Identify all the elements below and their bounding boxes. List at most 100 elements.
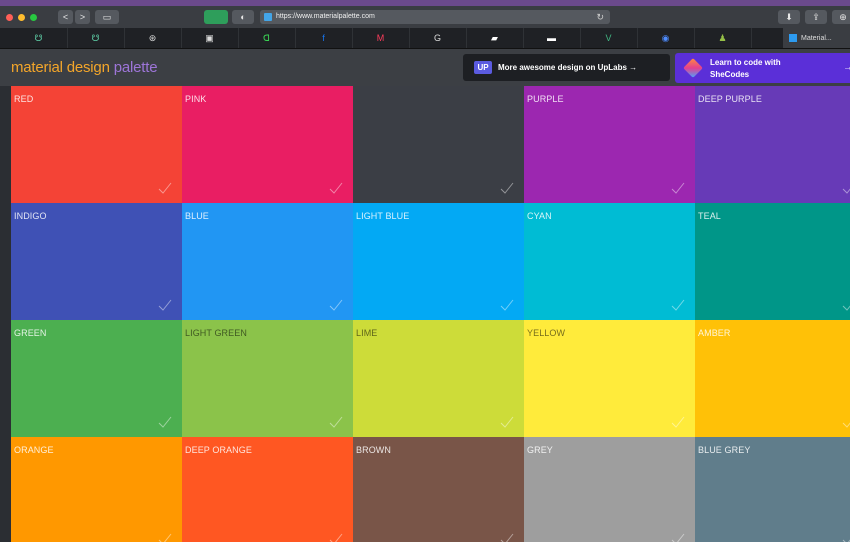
color-name-label: Green bbox=[14, 328, 47, 338]
u-icon: ☋ bbox=[34, 32, 43, 43]
check-icon bbox=[158, 181, 172, 195]
extension-icon[interactable] bbox=[204, 10, 228, 24]
active-tab[interactable]: Material... bbox=[783, 28, 850, 48]
color-name-label: Indigo bbox=[14, 211, 47, 221]
color-swatch-cyan[interactable]: Cyan bbox=[524, 203, 695, 320]
bookmark-dribbble-icon[interactable]: ᗡ bbox=[238, 28, 296, 48]
color-swatch-blue-grey[interactable]: Blue Grey bbox=[695, 437, 850, 542]
address-text[interactable]: https://www.materialpalette.com bbox=[276, 10, 375, 24]
color-swatch-lime[interactable]: Lime bbox=[353, 320, 524, 437]
color-name-label: Cyan bbox=[527, 211, 552, 221]
vue-icon: V bbox=[605, 33, 612, 43]
bookmark-u-icon[interactable]: ☋ bbox=[10, 28, 68, 48]
color-swatch-empty[interactable] bbox=[353, 86, 524, 203]
shopify-icon: ♟ bbox=[718, 32, 727, 43]
check-icon bbox=[158, 532, 172, 542]
back-button[interactable]: < bbox=[58, 10, 73, 24]
tab-favicon-icon bbox=[789, 34, 797, 42]
color-name-label: Lime bbox=[356, 328, 378, 338]
color-swatch-deep-purple[interactable]: Deep Purple bbox=[695, 86, 850, 203]
dribbble-icon: ᗡ bbox=[263, 32, 270, 43]
privacy-shield-icon[interactable]: ◐ bbox=[232, 10, 254, 24]
chrome-icon: ◉ bbox=[661, 32, 670, 43]
color-swatch-yellow[interactable]: Yellow bbox=[524, 320, 695, 437]
bookmark-medium-icon[interactable]: M bbox=[352, 28, 410, 48]
color-swatch-purple[interactable]: Purple bbox=[524, 86, 695, 203]
bookmark-facebook-icon[interactable]: f bbox=[295, 28, 353, 48]
bookmark-google-icon[interactable]: G bbox=[409, 28, 467, 48]
uplabs-logo-icon: UP bbox=[474, 61, 492, 74]
color-name-label: Blue Grey bbox=[698, 445, 751, 455]
u-icon: ☋ bbox=[91, 32, 100, 43]
bookmark-shopify-icon[interactable]: ♟ bbox=[694, 28, 752, 48]
color-swatch-indigo[interactable]: Indigo bbox=[11, 203, 182, 320]
color-swatch-grey[interactable]: Grey bbox=[524, 437, 695, 542]
check-icon bbox=[842, 298, 850, 312]
color-name-label: Light Green bbox=[185, 328, 247, 338]
logo-text-primary: material design bbox=[11, 59, 110, 76]
card-icon: ▬ bbox=[547, 33, 556, 43]
shecodes-banner[interactable]: Learn to code with SheCodes → bbox=[675, 53, 850, 83]
bookmark-u-icon[interactable]: ☋ bbox=[67, 28, 125, 48]
bookmark-bookmark-icon[interactable]: ▰ bbox=[466, 28, 524, 48]
color-swatch-blue[interactable]: Blue bbox=[182, 203, 353, 320]
check-icon bbox=[329, 415, 343, 429]
shecodes-arrow-icon: → bbox=[843, 62, 850, 73]
color-swatch-pink[interactable]: Pink bbox=[182, 86, 353, 203]
address-bar[interactable]: https://www.materialpalette.com ↻ bbox=[260, 10, 610, 24]
color-name-label: Deep Orange bbox=[185, 445, 252, 455]
bookmark-chrome-icon[interactable]: ◉ bbox=[637, 28, 695, 48]
download-icon[interactable]: ⬇ bbox=[778, 10, 800, 24]
color-swatch-light-blue[interactable]: Light Blue bbox=[353, 203, 524, 320]
logo-text-secondary: palette bbox=[109, 59, 158, 76]
share-icon[interactable]: ⇪ bbox=[805, 10, 827, 24]
site-header: material design palette UP More awesome … bbox=[0, 49, 850, 86]
check-icon bbox=[671, 532, 685, 542]
new-tab-icon[interactable]: ⊕ bbox=[832, 10, 850, 24]
reload-icon[interactable]: ↻ bbox=[596, 10, 604, 24]
color-swatch-teal[interactable]: Teal bbox=[695, 203, 850, 320]
forward-button[interactable]: > bbox=[75, 10, 90, 24]
check-icon bbox=[500, 181, 514, 195]
bookmark-card-icon[interactable]: ▬ bbox=[523, 28, 581, 48]
color-swatch-brown[interactable]: Brown bbox=[353, 437, 524, 542]
check-icon bbox=[842, 532, 850, 542]
color-swatch-light-green[interactable]: Light Green bbox=[182, 320, 353, 437]
check-icon bbox=[500, 298, 514, 312]
color-name-label: Pink bbox=[185, 94, 207, 104]
color-name-label: Blue bbox=[185, 211, 209, 221]
check-icon bbox=[158, 298, 172, 312]
minimize-window-button[interactable] bbox=[18, 14, 25, 21]
color-palette-grid: Red Pink Purple Deep Purple Indigo Blue Light … bbox=[11, 86, 850, 542]
close-window-button[interactable] bbox=[6, 14, 13, 21]
color-name-label: Amber bbox=[698, 328, 731, 338]
maximize-window-button[interactable] bbox=[30, 14, 37, 21]
color-swatch-green[interactable]: Green bbox=[11, 320, 182, 437]
color-name-label: Purple bbox=[527, 94, 564, 104]
site-logo[interactable]: material design palette bbox=[11, 59, 158, 76]
bookmark-vue-icon[interactable]: V bbox=[580, 28, 638, 48]
uplabs-banner[interactable]: UP More awesome design on UpLabs → bbox=[463, 54, 670, 81]
check-icon bbox=[842, 415, 850, 429]
color-name-label: Red bbox=[14, 94, 34, 104]
check-icon bbox=[500, 532, 514, 542]
bookmark-wordpress-icon[interactable]: ⊛ bbox=[124, 28, 182, 48]
shecodes-text-line2: SheCodes bbox=[710, 70, 750, 79]
check-icon bbox=[500, 415, 514, 429]
tab-title: Material... bbox=[801, 34, 832, 42]
medium-icon: M bbox=[376, 33, 385, 43]
color-swatch-deep-orange[interactable]: Deep Orange bbox=[182, 437, 353, 542]
color-name-label: Teal bbox=[698, 211, 721, 221]
google-icon: G bbox=[433, 33, 441, 43]
check-icon bbox=[158, 415, 172, 429]
check-icon bbox=[329, 298, 343, 312]
check-icon bbox=[671, 181, 685, 195]
uplabs-banner-text: More awesome design on UpLabs → bbox=[498, 63, 638, 72]
sidebar-toggle-icon[interactable]: ▭ bbox=[95, 10, 119, 24]
bookmark-image-icon[interactable]: ▣ bbox=[181, 28, 239, 48]
color-swatch-orange[interactable]: Orange bbox=[11, 437, 182, 542]
color-name-label: Yellow bbox=[527, 328, 566, 338]
color-swatch-red[interactable]: Red bbox=[11, 86, 182, 203]
color-swatch-amber[interactable]: Amber bbox=[695, 320, 850, 437]
wordpress-icon: ⊛ bbox=[148, 32, 157, 43]
